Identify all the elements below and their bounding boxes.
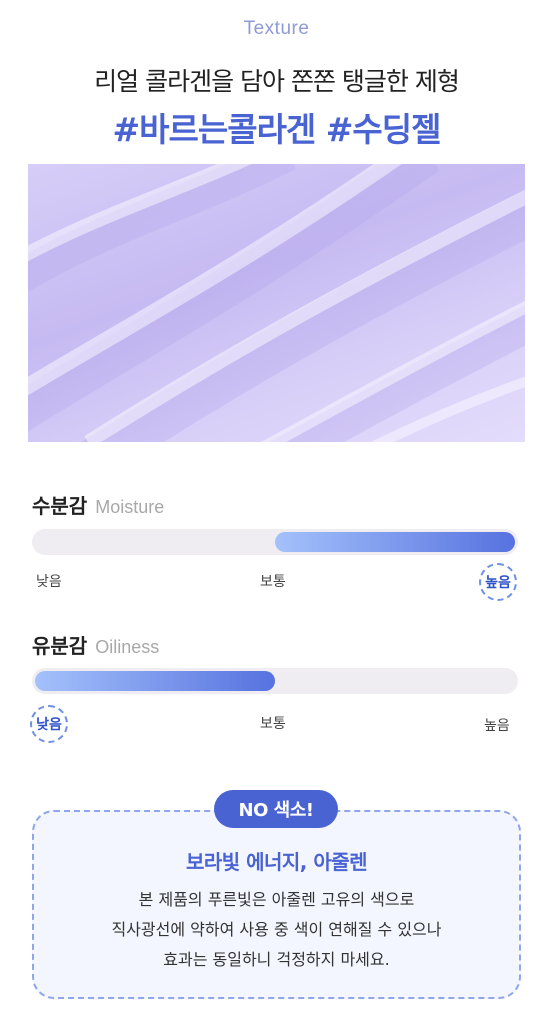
oiliness-scale-high: 높음 xyxy=(484,718,510,734)
texture-image xyxy=(28,164,525,442)
notice-line-1: 본 제품의 푸른빛은 아줄렌 고유의 색으로 xyxy=(138,890,415,909)
notice-line-2: 직사광선에 약하여 사용 중 색이 연해질 수 있으나 xyxy=(111,920,442,939)
moisture-meter-track xyxy=(32,529,518,555)
moisture-scale-high-selected: 높음 xyxy=(479,563,517,601)
notice-title: 보라빛 에너지, 아줄렌 xyxy=(185,850,368,874)
no-pigment-badge: NO 색소! xyxy=(214,790,338,828)
oiliness-label: 유분감 xyxy=(32,634,88,658)
hashtags: #바르는콜라겐 #수딩젤 xyxy=(112,110,441,149)
notice-line-3: 효과는 동일하니 걱정하지 마세요. xyxy=(163,950,390,969)
oiliness-scale-low-selected: 낮음 xyxy=(30,705,68,743)
oiliness-scale-mid: 보통 xyxy=(260,716,286,732)
moisture-meter-fill xyxy=(275,532,515,552)
oiliness-label-en: Oiliness xyxy=(95,637,160,657)
moisture-title: 수분감 Moisture xyxy=(32,490,164,519)
moisture-label: 수분감 xyxy=(32,494,88,518)
headline: 리얼 콜라겐을 담아 쫀쫀 탱글한 제형 xyxy=(94,67,460,96)
oiliness-meter-fill xyxy=(35,671,275,691)
moisture-label-en: Moisture xyxy=(95,497,165,517)
moisture-scale-mid: 보통 xyxy=(260,574,286,590)
moisture-scale-low: 낮음 xyxy=(36,574,62,590)
oiliness-title: 유분감 Oiliness xyxy=(32,630,159,659)
section-eyebrow: Texture xyxy=(243,18,310,39)
oiliness-meter-track xyxy=(32,668,518,694)
